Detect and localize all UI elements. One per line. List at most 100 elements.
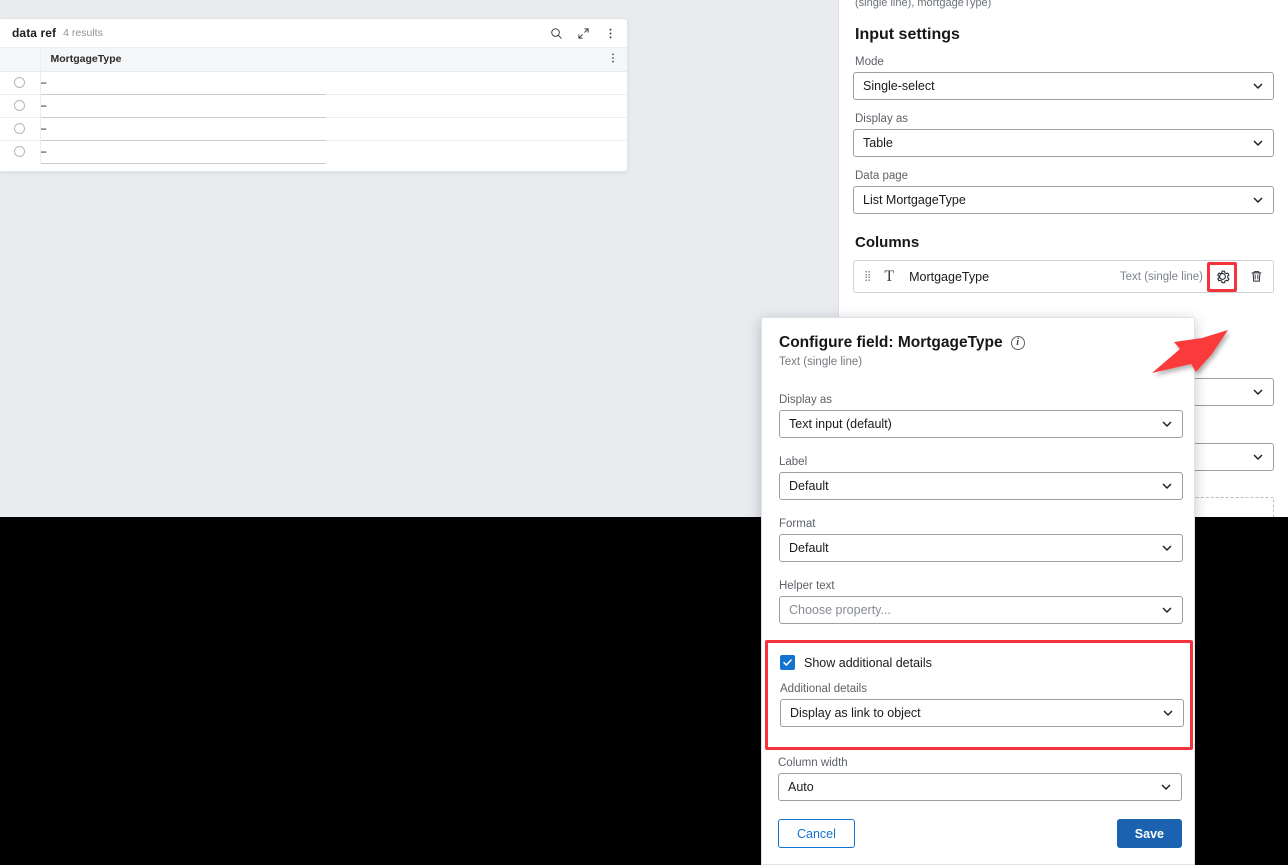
modal-field-column-width: Column width Auto bbox=[778, 757, 1182, 801]
field-mode-label: Mode bbox=[855, 56, 884, 68]
input-settings-heading: Input settings bbox=[855, 26, 960, 43]
data-ref-title: data ref bbox=[12, 26, 57, 40]
column-delete-button[interactable] bbox=[1247, 269, 1265, 284]
modal-label-value: Default bbox=[789, 479, 829, 493]
chevron-down-icon bbox=[1162, 483, 1172, 489]
field-mode: Mode Single-select bbox=[853, 56, 1274, 100]
clipped-breadcrumb: (single line), mortgageType) bbox=[855, 0, 992, 9]
chevron-down-icon bbox=[1253, 140, 1263, 146]
screen-root: data ref 4 results MortgageType -- -- --… bbox=[0, 0, 1288, 865]
chevron-down-icon bbox=[1253, 389, 1263, 395]
mode-select-value: Single-select bbox=[863, 79, 935, 93]
info-icon[interactable]: i bbox=[1010, 336, 1025, 350]
chevron-down-icon bbox=[1162, 545, 1172, 551]
table-header-row: MortgageType bbox=[0, 48, 627, 72]
table-row[interactable]: -- bbox=[0, 94, 627, 118]
cell-rule bbox=[40, 163, 326, 164]
data-ref-table: MortgageType -- -- -- -- bbox=[0, 48, 627, 164]
data-ref-toolbar bbox=[550, 27, 617, 40]
row-value-text: -- bbox=[40, 76, 47, 89]
drag-handle-icon[interactable]: ⣿ bbox=[864, 272, 872, 282]
display-as-select[interactable]: Table bbox=[853, 129, 1274, 157]
row-value-text: -- bbox=[40, 122, 47, 135]
additional-details-select[interactable]: Display as link to object bbox=[780, 699, 1184, 727]
column-type-label: Text (single line) bbox=[1119, 270, 1203, 283]
table-header-menu[interactable] bbox=[599, 48, 627, 72]
modal-helper-text-select[interactable]: Choose property... bbox=[779, 596, 1183, 624]
row-radio-icon[interactable] bbox=[14, 77, 26, 89]
data-page-select-value: List MortgageType bbox=[863, 193, 966, 207]
row-radio-icon[interactable] bbox=[14, 100, 26, 112]
chevron-down-icon bbox=[1161, 784, 1171, 790]
chevron-down-icon bbox=[1162, 607, 1172, 613]
modal-field-display-as: Display as Text input (default) bbox=[779, 394, 1183, 438]
table-header-mortgagetype[interactable]: MortgageType bbox=[40, 48, 599, 72]
modal-format-label: Format bbox=[779, 518, 816, 530]
modal-field-label: Label Default bbox=[779, 456, 1183, 500]
modal-display-as-label: Display as bbox=[779, 394, 833, 406]
modal-label-label: Label bbox=[779, 456, 808, 468]
column-width-select[interactable]: Auto bbox=[778, 773, 1182, 801]
show-additional-details-checkbox[interactable] bbox=[780, 655, 795, 670]
red-arrow-annotation bbox=[1152, 330, 1228, 373]
modal-display-as-value: Text input (default) bbox=[789, 417, 892, 431]
table-row[interactable]: -- bbox=[0, 140, 627, 164]
row-radio-icon[interactable] bbox=[14, 123, 26, 135]
save-button[interactable]: Save bbox=[1116, 819, 1182, 848]
modal-subtitle: Text (single line) bbox=[779, 356, 863, 368]
trash-icon bbox=[1251, 271, 1261, 282]
row-radio-icon[interactable] bbox=[14, 146, 26, 158]
modal-field-format: Format Default bbox=[779, 518, 1183, 562]
row-radio-cell[interactable] bbox=[0, 71, 41, 95]
table-row[interactable]: -- bbox=[0, 117, 627, 141]
modal-helper-text-value: Choose property... bbox=[789, 603, 891, 617]
gear-icon bbox=[1216, 270, 1230, 284]
text-field-type-icon: T bbox=[884, 267, 895, 285]
modal-footer: Column width Auto Cancel Save bbox=[778, 757, 1182, 848]
row-value-text: -- bbox=[40, 99, 47, 112]
table-header-select bbox=[0, 48, 41, 72]
data-ref-header: data ref 4 results bbox=[0, 19, 627, 48]
cancel-button[interactable]: Cancel bbox=[778, 819, 855, 848]
row-value-text: -- bbox=[40, 145, 47, 158]
check-icon bbox=[783, 659, 792, 666]
modal-display-as-select[interactable]: Text input (default) bbox=[779, 410, 1183, 438]
data-page-select[interactable]: List MortgageType bbox=[853, 186, 1274, 214]
more-options-icon[interactable] bbox=[604, 27, 617, 40]
column-row-mortgagetype[interactable]: ⣿ T MortgageType Text (single line) bbox=[853, 260, 1274, 293]
column-width-value: Auto bbox=[788, 780, 814, 794]
chevron-down-icon bbox=[1253, 454, 1263, 460]
additional-details-field: Additional details Display as link to ob… bbox=[780, 683, 1184, 727]
data-ref-result-count: 4 results bbox=[63, 27, 103, 39]
field-data-page: Data page List MortgageType bbox=[853, 170, 1274, 214]
columns-heading: Columns bbox=[855, 234, 920, 251]
additional-details-label: Additional details bbox=[780, 683, 867, 695]
mode-select[interactable]: Single-select bbox=[853, 72, 1274, 100]
chevron-down-icon bbox=[1163, 710, 1173, 716]
row-radio-cell[interactable] bbox=[0, 117, 41, 141]
chevron-down-icon bbox=[1162, 421, 1172, 427]
row-value-cell: -- bbox=[40, 71, 627, 95]
chevron-down-icon bbox=[1253, 83, 1263, 89]
modal-label-select[interactable]: Default bbox=[779, 472, 1183, 500]
table-body: -- -- -- -- bbox=[0, 71, 627, 164]
row-value-cell: -- bbox=[40, 117, 627, 141]
column-gear-button[interactable] bbox=[1207, 261, 1237, 292]
additional-details-highlight-section: Show additional details Additional detai… bbox=[765, 640, 1193, 750]
additional-details-value: Display as link to object bbox=[790, 706, 921, 720]
expand-icon[interactable] bbox=[577, 27, 590, 40]
modal-field-helper-text: Helper text Choose property... bbox=[779, 580, 1183, 624]
modal-format-select[interactable]: Default bbox=[779, 534, 1183, 562]
data-ref-panel: data ref 4 results MortgageType -- -- --… bbox=[0, 18, 628, 172]
modal-title: Configure field: MortgageType bbox=[779, 334, 1003, 351]
row-value-cell: -- bbox=[40, 94, 627, 118]
table-row[interactable]: -- bbox=[0, 71, 627, 95]
show-additional-details-label: Show additional details bbox=[804, 655, 932, 670]
show-additional-details-row[interactable]: Show additional details bbox=[780, 655, 1180, 670]
row-radio-cell[interactable] bbox=[0, 94, 41, 118]
field-display-as: Display as Table bbox=[853, 113, 1274, 157]
row-radio-cell[interactable] bbox=[0, 140, 41, 163]
row-value-cell: -- bbox=[40, 140, 627, 164]
search-icon[interactable] bbox=[550, 27, 563, 40]
modal-button-row: Cancel Save bbox=[778, 819, 1182, 848]
